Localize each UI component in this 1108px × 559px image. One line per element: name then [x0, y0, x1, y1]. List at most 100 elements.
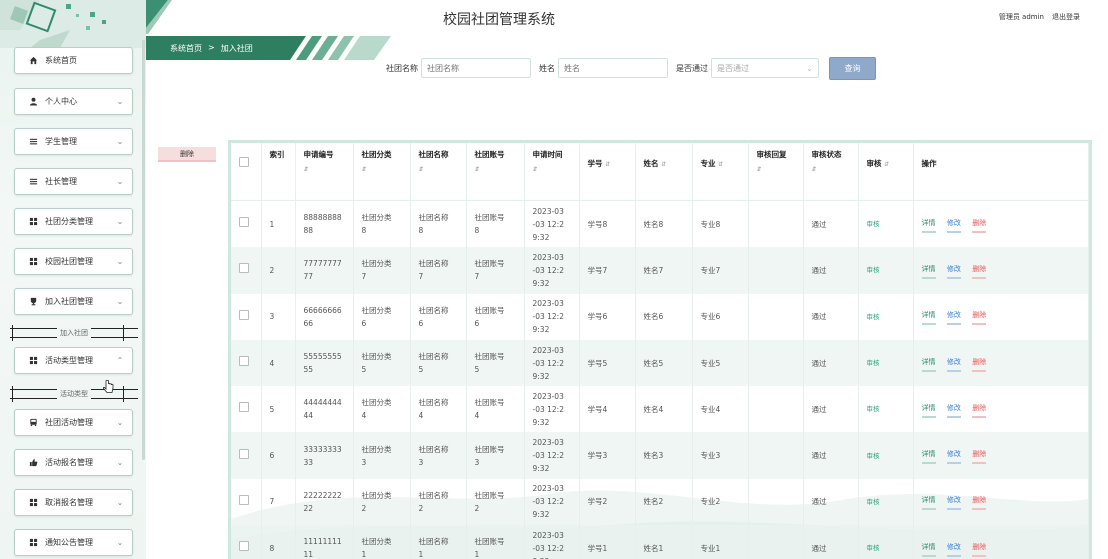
- sub-item-tick: [123, 325, 124, 341]
- row-checkbox[interactable]: [239, 448, 249, 459]
- sidebar-item-join-club[interactable]: 加入社团管理 ⌄: [14, 288, 133, 315]
- detail-button[interactable]: 详情: [921, 402, 936, 418]
- row-checkbox[interactable]: [239, 356, 249, 367]
- edit-button[interactable]: 修改: [946, 263, 961, 279]
- row-review[interactable]: 审核: [858, 293, 914, 340]
- select-all-header[interactable]: [231, 143, 262, 201]
- sort-icon: ⇵: [532, 166, 538, 173]
- header-review[interactable]: 审核 ⇵: [858, 143, 914, 201]
- name-input[interactable]: [558, 58, 668, 78]
- detail-button[interactable]: 详情: [921, 263, 936, 279]
- club-name-input[interactable]: [421, 58, 531, 78]
- row-review[interactable]: 审核: [858, 386, 914, 433]
- header-student-no[interactable]: 学号 ⇵: [579, 143, 636, 201]
- row-review[interactable]: 审核: [858, 200, 914, 248]
- delete-button[interactable]: 删除: [972, 309, 987, 326]
- detail-button[interactable]: 详情: [921, 448, 936, 465]
- delete-button[interactable]: 删除: [972, 541, 987, 557]
- delete-button[interactable]: 删除: [972, 263, 987, 279]
- edit-button[interactable]: 修改: [946, 217, 961, 233]
- sidebar-item-activity-signup[interactable]: 活动报名管理 ⌄: [14, 449, 133, 476]
- row-checkbox[interactable]: [239, 494, 249, 505]
- detail-button[interactable]: 详情: [921, 309, 936, 326]
- review-link[interactable]: 审核: [867, 452, 880, 460]
- detail-button[interactable]: 详情: [921, 494, 936, 511]
- review-link[interactable]: 审核: [867, 544, 880, 552]
- batch-delete-button[interactable]: 删除: [158, 147, 216, 162]
- search-button[interactable]: 查询: [829, 57, 876, 80]
- edit-button[interactable]: 修改: [946, 309, 961, 326]
- row-checkbox[interactable]: [239, 217, 249, 228]
- header-major[interactable]: 专业 ⇵: [692, 143, 749, 201]
- pass-select[interactable]: 是否通过 ⌄: [711, 58, 819, 78]
- delete-button[interactable]: 删除: [972, 402, 987, 418]
- row-select-cell[interactable]: [231, 386, 262, 433]
- review-link[interactable]: 审核: [867, 405, 880, 413]
- edit-button[interactable]: 修改: [946, 448, 961, 465]
- header-apply-no[interactable]: 申请编号 ⇵: [295, 143, 354, 201]
- delete-button[interactable]: 删除: [972, 217, 987, 233]
- header-review-status[interactable]: 审核状态 ⇵: [803, 143, 859, 201]
- row-review[interactable]: 审核: [858, 247, 914, 294]
- edit-button[interactable]: 修改: [946, 402, 961, 418]
- row-club-account: 社团账号 8: [466, 200, 525, 248]
- sidebar-item-presidents[interactable]: 社长管理 ⌄: [14, 168, 133, 195]
- delete-button[interactable]: 删除: [972, 494, 987, 511]
- sidebar-item-club-category[interactable]: 社团分类管理 ⌄: [14, 208, 133, 235]
- club-name-label: 社团名称: [386, 63, 418, 73]
- header-club-name[interactable]: 社团名称 ⇵: [410, 143, 467, 201]
- header-category[interactable]: 社团分类 ⇵: [353, 143, 411, 201]
- row-select-cell[interactable]: [231, 293, 262, 340]
- review-link[interactable]: 审核: [867, 359, 880, 367]
- header-club-account[interactable]: 社团账号 ⇵: [466, 143, 525, 201]
- row-review[interactable]: 审核: [858, 525, 914, 559]
- header-review-reply[interactable]: 审核回复 ⇵: [748, 143, 804, 201]
- row-review[interactable]: 审核: [858, 432, 914, 479]
- sidebar-item-club-activities[interactable]: 社团活动管理 ⌄: [14, 409, 133, 436]
- review-link[interactable]: 审核: [867, 220, 880, 228]
- row-checkbox[interactable]: [239, 541, 249, 552]
- chevron-down-icon: ⌄: [116, 217, 124, 226]
- grid-icon: [28, 257, 38, 267]
- detail-button[interactable]: 详情: [921, 356, 936, 372]
- sidebar-item-students[interactable]: 学生管理 ⌄: [14, 128, 133, 155]
- delete-button[interactable]: 删除: [972, 356, 987, 372]
- row-select-cell[interactable]: [231, 432, 262, 479]
- row-select-cell[interactable]: [231, 478, 262, 526]
- sidebar-subitem-join-club[interactable]: 加入社团: [10, 324, 138, 342]
- edit-button[interactable]: 修改: [946, 541, 961, 557]
- row-review[interactable]: 审核: [858, 478, 914, 526]
- row-select-cell[interactable]: [231, 339, 262, 387]
- row-review[interactable]: 审核: [858, 339, 914, 387]
- sidebar-item-home[interactable]: 系统首页: [14, 47, 133, 74]
- logout-link[interactable]: 退出登录: [1052, 12, 1080, 22]
- review-link[interactable]: 审核: [867, 313, 880, 321]
- row-checkbox[interactable]: [239, 263, 249, 274]
- row-checkbox[interactable]: [239, 402, 249, 413]
- sidebar-scrollbar[interactable]: [142, 40, 145, 460]
- review-link[interactable]: 审核: [867, 266, 880, 274]
- row-select-cell[interactable]: [231, 200, 262, 248]
- sidebar-item-personal-center[interactable]: 个人中心 ⌄: [14, 88, 133, 115]
- select-all-checkbox[interactable]: [239, 157, 249, 167]
- delete-button[interactable]: 删除: [972, 448, 987, 465]
- sidebar-item-activity-type[interactable]: 活动类型管理 ⌃: [14, 347, 133, 374]
- header-name[interactable]: 姓名 ⇵: [635, 143, 693, 201]
- detail-button[interactable]: 详情: [921, 217, 936, 233]
- review-link[interactable]: 审核: [867, 498, 880, 506]
- detail-button[interactable]: 详情: [921, 541, 936, 557]
- sidebar-item-campus-clubs[interactable]: 校园社团管理 ⌄: [14, 248, 133, 275]
- edit-button[interactable]: 修改: [946, 494, 961, 511]
- header-apply-time[interactable]: 申请时间 ⇵: [524, 143, 580, 201]
- sidebar-subitem-activity-type[interactable]: 活动类型: [10, 385, 138, 403]
- row-apply-no: 55555555 55: [295, 339, 354, 387]
- sidebar-item-cancel-signup[interactable]: 取消报名管理 ⌄: [14, 489, 133, 516]
- row-checkbox[interactable]: [239, 309, 249, 320]
- row-select-cell[interactable]: [231, 247, 262, 294]
- breadcrumb-home[interactable]: 系统首页: [170, 43, 202, 54]
- trophy-icon: [28, 297, 38, 307]
- sidebar-item-notices[interactable]: 通知公告管理 ⌄: [14, 529, 133, 556]
- edit-button[interactable]: 修改: [946, 356, 961, 372]
- row-select-cell[interactable]: [231, 525, 262, 559]
- row-name: 姓名5: [635, 339, 693, 387]
